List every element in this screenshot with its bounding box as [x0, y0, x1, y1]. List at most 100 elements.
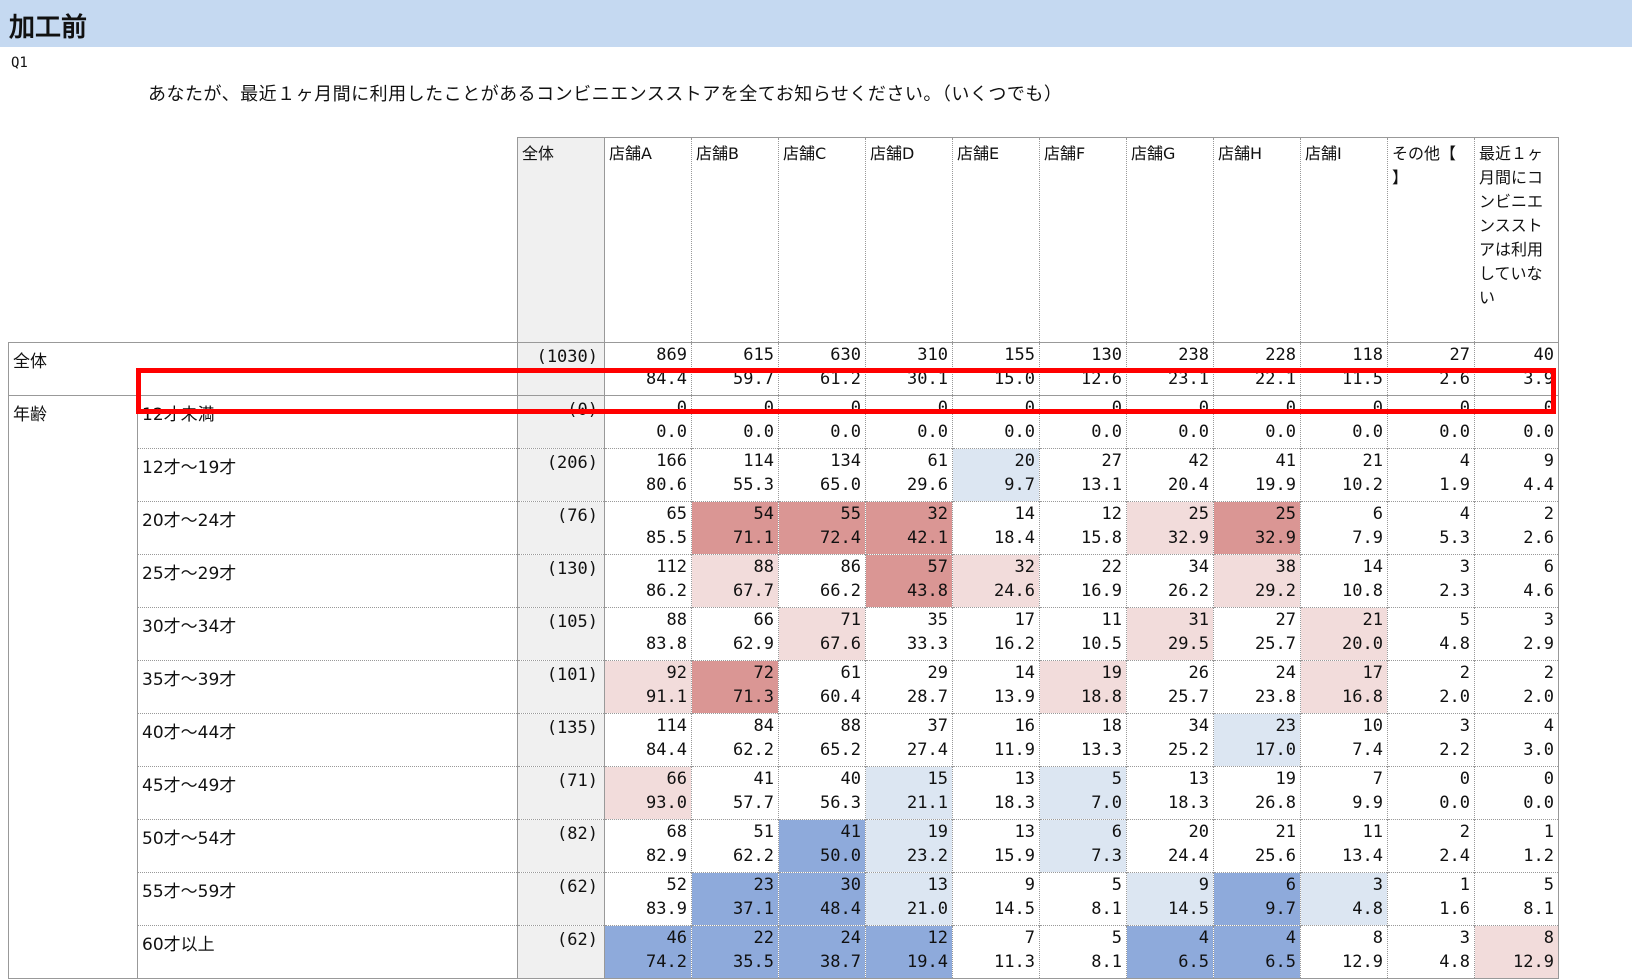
row-group-label: 年齢: [8, 395, 138, 979]
count-value: 40: [1533, 345, 1554, 365]
data-cell: 37 27.4: [865, 713, 953, 767]
count-value: 155: [1004, 345, 1035, 365]
data-cell: 32 24.6: [952, 554, 1040, 608]
percent-value: 82.9: [646, 846, 687, 866]
count-value: 61: [840, 663, 861, 683]
percent-value: 2.9: [1523, 634, 1554, 654]
data-cell: 61 29.6: [865, 448, 953, 502]
percent-value: 13.4: [1342, 846, 1383, 866]
percent-value: 12.9: [1513, 952, 1554, 972]
percent-value: 25.2: [1168, 740, 1209, 760]
data-cell: 22 35.5: [691, 925, 779, 979]
row-label: 40才～44才: [137, 713, 518, 767]
base-count: (105): [517, 607, 605, 661]
count-value: 24: [1275, 663, 1296, 683]
data-cell: 41 19.9: [1213, 448, 1301, 502]
table-row: 年齢 12才未満 (0) 0 0.0 0 0.0 0 0.0 0 0.0 0 0.0 0 0.0 0 0.0 0 0…: [8, 395, 1559, 979]
data-cell: 11 13.4: [1300, 819, 1388, 873]
percent-value: 85.5: [646, 528, 687, 548]
percent-value: 7.4: [1352, 740, 1383, 760]
percent-value: 61.2: [820, 369, 861, 389]
percent-value: 0.0: [656, 422, 687, 442]
count-value: 38: [1275, 557, 1296, 577]
percent-value: 15.8: [1081, 528, 1122, 548]
base-count: (130): [517, 554, 605, 608]
data-cell: 228 22.1: [1213, 342, 1301, 396]
base-count: (135): [517, 713, 605, 767]
data-cell: 3 2.2: [1387, 713, 1475, 767]
percent-value: 84.4: [646, 369, 687, 389]
data-cell: 57 43.8: [865, 554, 953, 608]
count-value: 23: [1275, 716, 1296, 736]
percent-value: 56.3: [820, 793, 861, 813]
percent-value: 86.2: [646, 581, 687, 601]
count-value: 17: [1014, 610, 1035, 630]
data-cell: 3 2.3: [1387, 554, 1475, 608]
percent-value: 4.6: [1523, 581, 1554, 601]
percent-value: 13.1: [1081, 475, 1122, 495]
data-cell: 6 7.9: [1300, 501, 1388, 555]
data-cell: 41 50.0: [778, 819, 866, 873]
data-cell: 31 29.5: [1126, 607, 1214, 661]
count-value: 14: [1362, 557, 1383, 577]
data-cell: 35 33.3: [865, 607, 953, 661]
data-cell: 17 16.2: [952, 607, 1040, 661]
percent-value: 67.6: [820, 634, 861, 654]
percent-value: 18.8: [1081, 687, 1122, 707]
percent-value: 65.2: [820, 740, 861, 760]
percent-value: 4.8: [1352, 899, 1383, 919]
percent-value: 5.3: [1439, 528, 1470, 548]
percent-value: 10.5: [1081, 634, 1122, 654]
percent-value: 38.7: [820, 952, 861, 972]
count-value: 27: [1275, 610, 1296, 630]
data-cell: 24 23.8: [1213, 660, 1301, 714]
data-cell: 13 21.0: [865, 872, 953, 926]
data-cell: 13 15.9: [952, 819, 1040, 873]
count-value: 0: [676, 398, 687, 418]
data-cell: 27 2.6: [1387, 342, 1475, 396]
data-cell: 0 0.0: [1213, 395, 1301, 449]
percent-value: 12.6: [1081, 369, 1122, 389]
count-value: 12: [1101, 504, 1122, 524]
percent-value: 55.3: [733, 475, 774, 495]
percent-value: 6.5: [1178, 952, 1209, 972]
count-value: 8: [1372, 928, 1383, 948]
count-value: 23: [753, 875, 774, 895]
data-cell: 0 0.0: [1039, 395, 1127, 449]
count-value: 88: [840, 716, 861, 736]
data-cell: 38 29.2: [1213, 554, 1301, 608]
percent-value: 8.1: [1523, 899, 1554, 919]
data-cell: 7 11.3: [952, 925, 1040, 979]
count-value: 41: [1275, 451, 1296, 471]
data-cell: 0 0.0: [952, 395, 1040, 449]
table-row: 25才～29才 (130) 112 86.2 88 67.7 86 66.2 57 43.8 32 2…: [9, 554, 1559, 608]
header-blank: [9, 138, 138, 343]
data-cell: 72 71.3: [691, 660, 779, 714]
percent-value: 10.8: [1342, 581, 1383, 601]
percent-value: 80.6: [646, 475, 687, 495]
data-cell: 21 25.6: [1213, 819, 1301, 873]
count-value: 310: [917, 345, 948, 365]
row-label: 25才～29才: [137, 554, 518, 608]
percent-value: 26.8: [1255, 793, 1296, 813]
base-count: (206): [517, 448, 605, 502]
percent-value: 2.0: [1523, 687, 1554, 707]
percent-value: 15.9: [994, 846, 1035, 866]
count-value: 25: [1188, 504, 1209, 524]
data-cell: 4 1.9: [1387, 448, 1475, 502]
count-value: 2: [1543, 504, 1554, 524]
count-value: 130: [1091, 345, 1122, 365]
percent-value: 84.4: [646, 740, 687, 760]
data-cell: 52 83.9: [604, 872, 692, 926]
percent-value: 15.0: [994, 369, 1035, 389]
count-value: 41: [753, 769, 774, 789]
count-value: 22: [753, 928, 774, 948]
percent-value: 48.4: [820, 899, 861, 919]
percent-value: 16.2: [994, 634, 1035, 654]
count-value: 19: [1275, 769, 1296, 789]
data-cell: 21 20.0: [1300, 607, 1388, 661]
header-col-8: 店舗H: [1213, 137, 1301, 343]
count-value: 37: [927, 716, 948, 736]
count-value: 0: [1459, 769, 1470, 789]
table-row: 55才～59才 (62) 52 83.9 23 37.1 30 48.4 13 21.0 9 14.5…: [9, 872, 1559, 926]
